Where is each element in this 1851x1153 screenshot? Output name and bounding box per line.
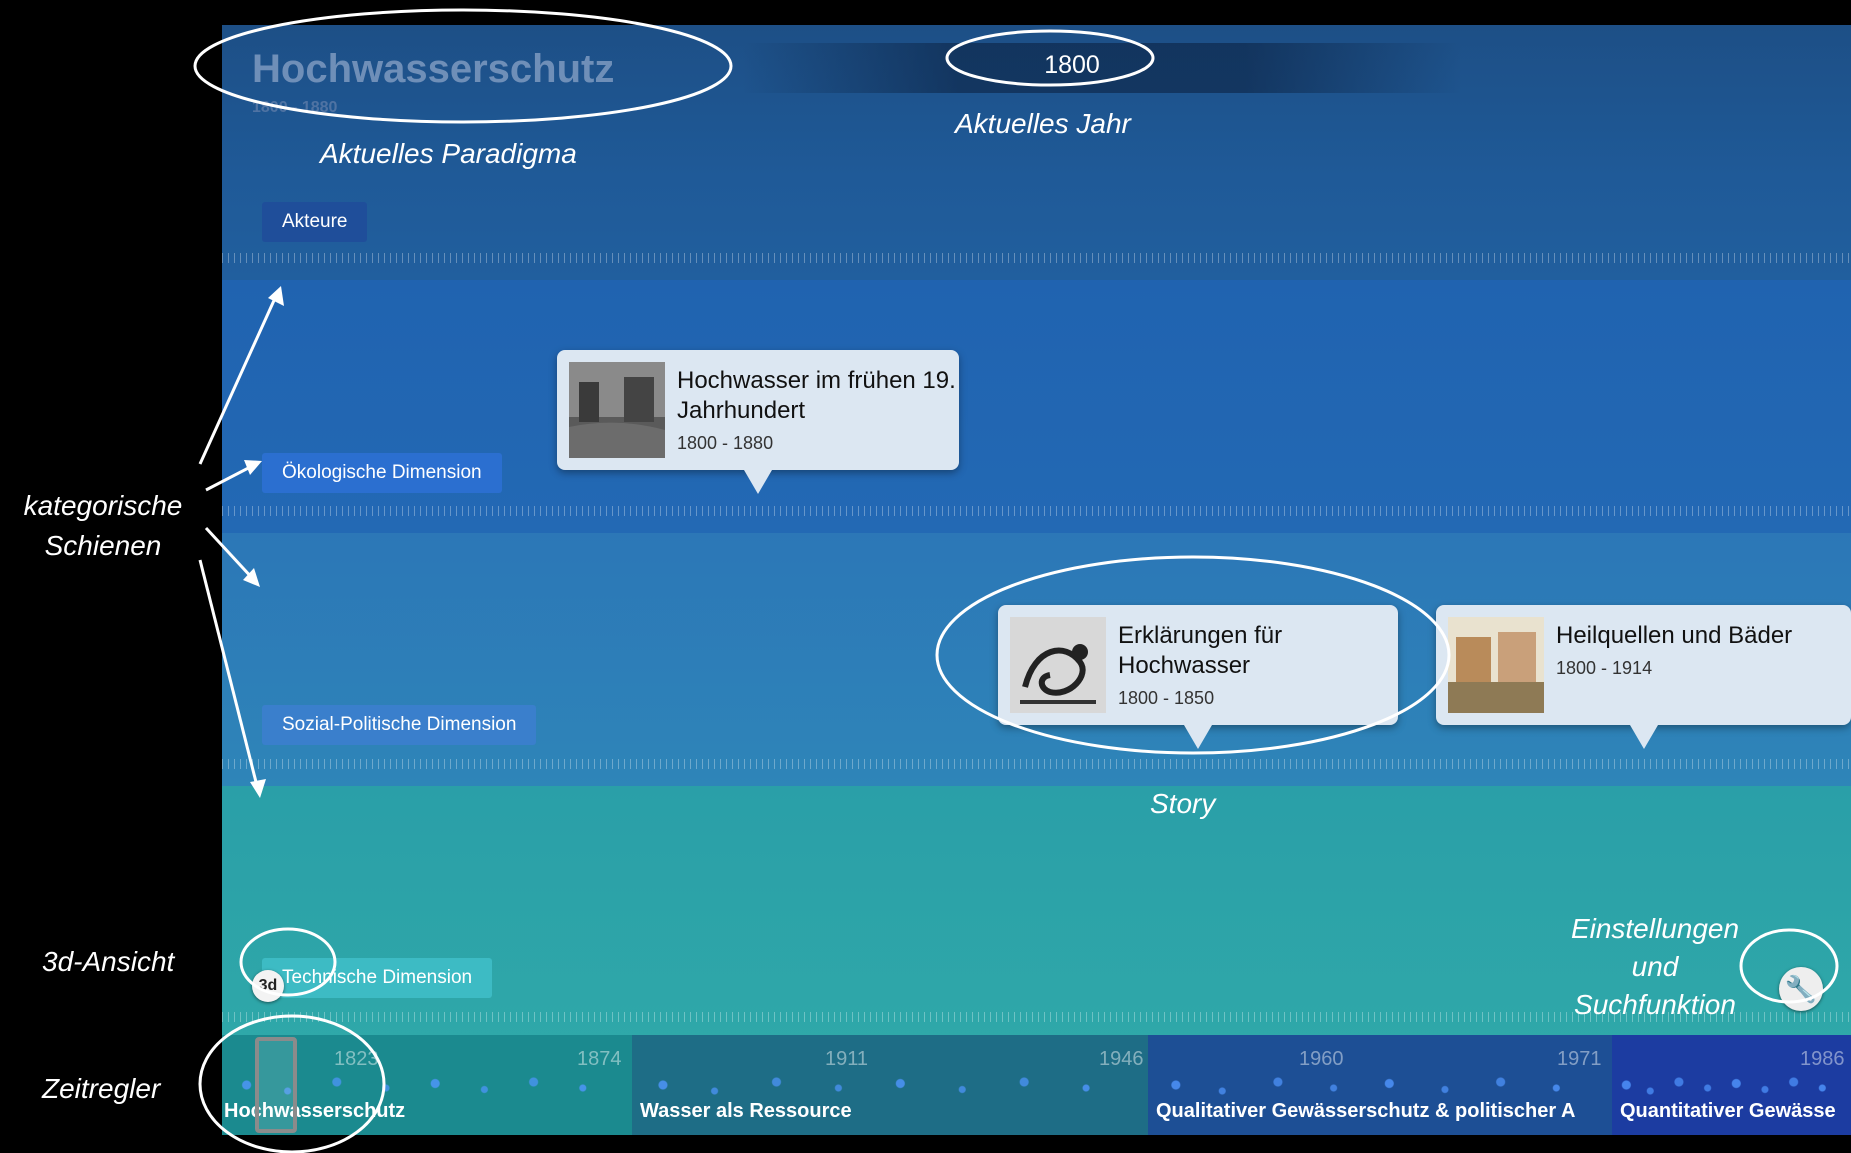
annotation-ellipse: [193, 8, 733, 124]
annotation-arrow: [198, 559, 260, 791]
annotation-arrow: [204, 526, 256, 582]
annotation-ellipse: [945, 29, 1155, 87]
annotation-ellipse: [198, 1014, 386, 1153]
annotation-arrowhead: [250, 779, 266, 798]
annotation-ellipse: [935, 555, 1451, 755]
annotation-arrow: [198, 295, 278, 465]
annotation-ellipse: [1739, 928, 1839, 1004]
annotation-overlay: [193, 8, 1839, 1153]
annotation-arrowhead: [268, 286, 284, 306]
annotation-ellipse: [239, 927, 337, 997]
